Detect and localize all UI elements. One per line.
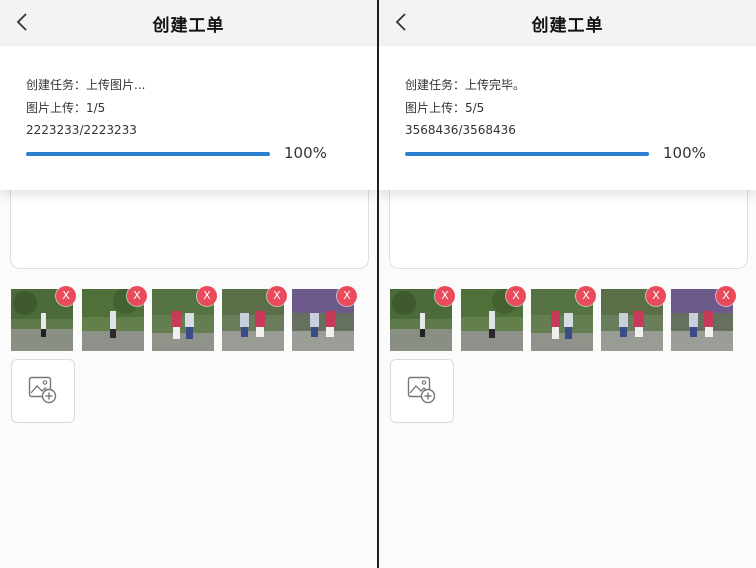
upload-progress-percent: 100% [663,144,706,162]
task-status-text: 创建任务：上传图片... [26,78,146,92]
delete-image-button[interactable]: X [337,286,357,306]
delete-image-button[interactable]: X [56,286,76,306]
upload-progress-bar [405,152,649,156]
page-title: 创建工单 [531,16,604,36]
page-title: 创建工单 [152,16,225,36]
upload-progress-fill [405,152,649,156]
delete-image-button[interactable]: X [435,286,455,306]
delete-image-button[interactable]: X [506,286,526,306]
delete-image-button[interactable]: X [267,286,287,306]
delete-image-button[interactable]: X [197,286,217,306]
description-textarea[interactable] [389,190,748,269]
upload-progress-bar [26,152,270,156]
description-textarea[interactable] [10,190,369,269]
pane-left: 创建工单 X X X X X 创建任务：上传图片... 图片上传：1/5 222… [0,0,377,568]
image-upload-count-text: 图片上传：1/5 [26,101,106,115]
upload-progress-percent: 100% [284,144,327,162]
upload-progress-card: 创建任务：上传完毕。 图片上传：5/5 3568436/3568436 100% [379,46,756,190]
delete-image-button[interactable]: X [127,286,147,306]
pane-right: 创建工单 X X X X X 创建任务：上传完毕。 图片上传：5/5 35684… [379,0,756,568]
upload-bytes-text: 3568436/3568436 [405,123,516,137]
image-list: X X X X X [11,286,367,353]
add-image-icon [28,376,57,404]
upload-progress-card: 创建任务：上传图片... 图片上传：1/5 2223233/2223233 10… [0,46,377,190]
header: 创建工单 [0,0,377,46]
task-status-text: 创建任务：上传完毕。 [405,78,526,92]
header: 创建工单 [379,0,756,46]
add-image-button[interactable] [11,359,75,423]
image-upload-count-text: 图片上传：5/5 [405,101,485,115]
delete-image-button[interactable]: X [716,286,736,306]
delete-image-button[interactable]: X [646,286,666,306]
add-image-button[interactable] [390,359,454,423]
upload-bytes-text: 2223233/2223233 [26,123,137,137]
upload-progress-fill [26,152,270,156]
add-image-icon [407,376,436,404]
image-list: X X X X X [390,286,746,353]
delete-image-button[interactable]: X [576,286,596,306]
